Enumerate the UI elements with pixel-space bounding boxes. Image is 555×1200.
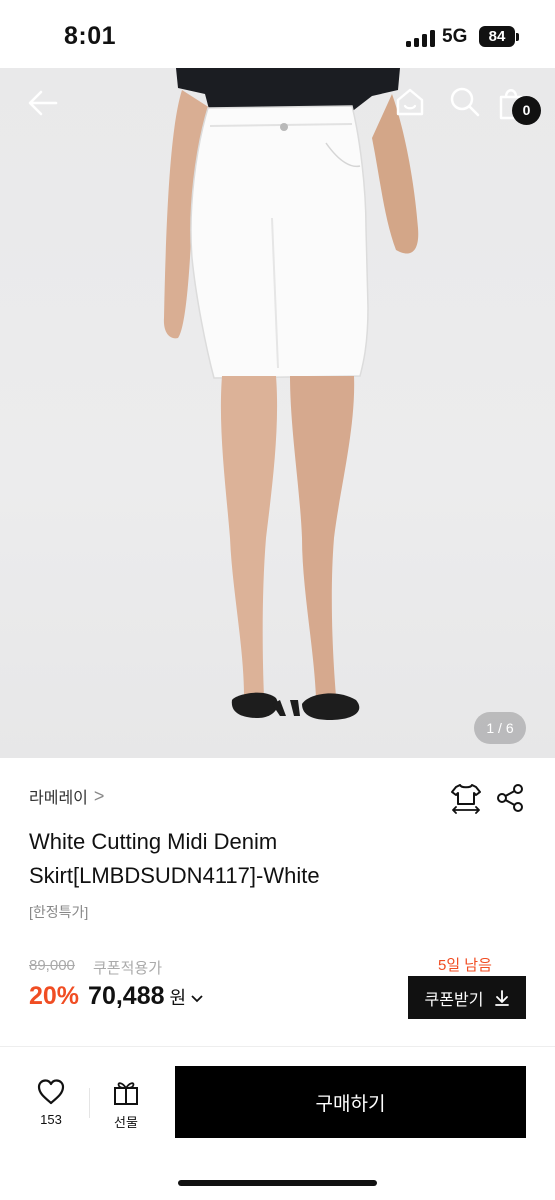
product-photo [163,68,419,720]
product-tag: [한정특가] [29,904,89,920]
coupon-price-label: 쿠폰적용가 [93,960,163,977]
buy-button[interactable]: 구매하기 [175,1066,526,1138]
home-icon [396,88,424,116]
brand-name: 라메레이 [29,790,88,807]
gift-label: 선물 [114,1115,138,1130]
get-coupon-label: 쿠폰받기 [424,991,484,1009]
get-coupon-button[interactable]: 쿠폰받기 [408,976,526,1019]
search-icon [450,87,480,117]
discount-rate: 20% [29,982,80,1010]
back-arrow-icon [28,90,58,116]
price-row: 20% 70,488 원 [29,982,203,1016]
download-icon [495,989,510,1006]
product-title: White Cutting Midi Denim Skirt[LMBDSUDN4… [29,829,320,888]
status-time: 8:01 [64,22,117,50]
battery-nub [516,33,519,41]
size-guide-button[interactable] [450,782,482,814]
network-label: 5G [442,26,468,47]
share-button[interactable] [495,783,525,813]
heart-icon [37,1079,65,1105]
battery-icon: 84 [479,26,515,47]
product-image-gallery[interactable] [0,68,555,758]
bar-separator [89,1088,90,1118]
signal-icon [406,30,436,47]
cart-count-badge: 0 [512,96,541,125]
section-divider [0,1046,555,1047]
like-button[interactable]: 153 [28,1078,74,1132]
gift-icon [114,1082,138,1105]
tshirt-size-icon [451,784,481,814]
chevron-right-icon: > [93,785,105,806]
sale-price: 70,488 [88,982,165,1010]
gallery-page-indicator: 1 / 6 [474,712,526,744]
coupon-days-left: 5일 남음 [438,957,492,974]
home-indicator [178,1180,377,1186]
search-button[interactable] [449,86,481,118]
brand-link[interactable]: 라메레이 > [29,784,104,808]
home-button[interactable] [394,86,426,118]
like-count: 153 [40,1112,62,1127]
share-icon [497,784,523,812]
status-bar: 8:01 5G 84 [0,0,555,68]
chevron-down-icon[interactable] [191,993,203,1007]
back-button[interactable] [26,88,60,118]
currency-label: 원 [169,988,187,1008]
gift-button[interactable]: 선물 [103,1078,149,1132]
buy-label: 구매하기 [315,1093,386,1115]
original-price: 89,000 [29,957,75,974]
